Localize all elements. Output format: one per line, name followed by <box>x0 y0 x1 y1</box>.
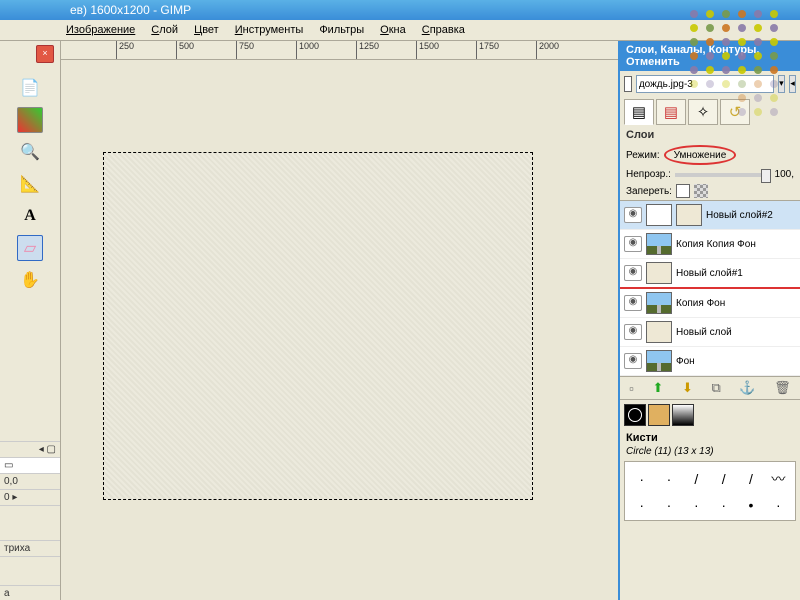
visibility-eye-icon[interactable]: ◉ <box>624 236 642 252</box>
visibility-eye-icon[interactable]: ◉ <box>624 265 642 281</box>
document-name-input[interactable] <box>636 75 774 93</box>
layer-row[interactable]: ◉ Новый слой <box>620 318 800 347</box>
duplicate-layer-icon[interactable]: ⧉ <box>712 380 721 396</box>
swatch-row[interactable]: ▭ <box>0 457 60 473</box>
brush-current-name: Circle (11) (13 x 13) <box>620 446 800 457</box>
layer-row[interactable]: ◉ Копия Фон <box>620 289 800 318</box>
layer-name: Копия Фон <box>676 298 725 309</box>
layer-row[interactable]: ◉ Новый слой#2 <box>620 201 800 230</box>
app-body: × 📄 🔍 📐 A ▱ ✋ ◂ ▢ ▭ 0,0 0 ▸ триха а 250 … <box>0 41 800 600</box>
menu-help[interactable]: Справка <box>422 24 465 36</box>
coord-readout: 0,0 <box>0 473 60 489</box>
layer-name: Копия Копия Фон <box>676 239 756 250</box>
opacity-row: Непрозр.: 100, <box>620 167 800 182</box>
new-layer-icon[interactable]: ▫ <box>629 381 634 396</box>
layers-section-label: Слои <box>620 127 800 143</box>
panel-tabs: ▤ ▤ ✧ ↺ <box>624 99 796 125</box>
layer-row[interactable]: ◉ Фон <box>620 347 800 376</box>
layer-row[interactable]: ◉ Новый слой#1 <box>620 259 800 289</box>
visibility-eye-icon[interactable]: ◉ <box>624 324 642 340</box>
toolbox-footer: ◂ ▢ ▭ 0,0 0 ▸ триха а <box>0 441 60 600</box>
label-a: а <box>0 585 60 600</box>
panel-title: Слои, Каналы, Контуры, Отменить <box>620 41 800 71</box>
chevron-down-icon[interactable]: ▾ <box>778 75 785 93</box>
layer-thumb[interactable] <box>676 204 702 226</box>
layer-name: Новый слой <box>676 327 732 338</box>
layer-name: Новый слой#2 <box>706 210 773 221</box>
layer-row[interactable]: ◉ Копия Копия Фон <box>620 230 800 259</box>
layers-panel: Слои, Каналы, Контуры, Отменить ▾ ◂ ▤ ▤ … <box>618 41 800 600</box>
opacity-label: Непрозр.: <box>626 169 671 180</box>
layer-thumb[interactable] <box>646 233 672 255</box>
lock-alpha-checkbox[interactable] <box>694 184 708 198</box>
menu-image[interactable]: Изображение <box>66 24 135 36</box>
visibility-eye-icon[interactable]: ◉ <box>624 353 642 369</box>
layer-thumb[interactable] <box>646 321 672 343</box>
menu-color[interactable]: Цвет <box>194 24 219 36</box>
document-selector[interactable]: ▾ ◂ <box>624 75 796 93</box>
layer-name: Фон <box>676 356 695 367</box>
horizontal-ruler: 250 500 750 1000 1250 1500 1750 2000 <box>61 41 618 60</box>
canvas-area: 250 500 750 1000 1250 1500 1750 2000 <box>61 41 618 600</box>
close-icon[interactable]: × <box>36 45 54 63</box>
layer-thumb[interactable] <box>646 350 672 372</box>
layer-list: ◉ Новый слой#2 ◉ Копия Копия Фон ◉ Новый слой… <box>620 200 800 376</box>
swatch-black[interactable] <box>624 404 646 426</box>
layer-buttons: ▫ ⬆ ⬇ ⧉ ⚓ 🗑 <box>620 376 800 399</box>
layer-name: Новый слой#1 <box>676 268 743 279</box>
mode-value-highlight[interactable]: Умножение <box>664 145 737 165</box>
menu-filters[interactable]: Фильтры <box>319 24 364 36</box>
tab-paths-icon[interactable]: ✧ <box>688 99 718 125</box>
color-swatches <box>620 399 800 430</box>
gradient-icon[interactable] <box>17 107 43 133</box>
layer-down-icon[interactable]: ⬇ <box>682 380 693 396</box>
lock-row: Запереть: <box>620 182 800 200</box>
smudge-icon[interactable]: ✋ <box>17 267 43 293</box>
window-title-bar: ев) 1600x1200 - GIMP <box>0 0 800 20</box>
layer-thumb[interactable] <box>646 262 672 284</box>
blend-mode-row: Режим: Умножение <box>620 143 800 167</box>
auto-icon[interactable]: ◂ <box>789 75 796 93</box>
tab-channels-icon[interactable]: ▤ <box>656 99 686 125</box>
tab-undo-icon[interactable]: ↺ <box>720 99 750 125</box>
zoom-icon[interactable]: 🔍 <box>17 139 43 165</box>
opacity-value: 100, <box>775 169 794 180</box>
opacity-slider[interactable] <box>675 173 771 177</box>
swatch-gradient[interactable] <box>672 404 694 426</box>
mask-thumb[interactable] <box>646 204 672 226</box>
brushes-section-label: Кисти <box>620 430 800 446</box>
menu-tools[interactable]: Инструменты <box>235 24 304 36</box>
delete-layer-icon[interactable]: 🗑 <box>774 380 791 396</box>
anchor-layer-icon[interactable]: ⚓ <box>739 380 755 396</box>
window-title: ев) 1600x1200 - GIMP <box>70 3 191 17</box>
menu-layer[interactable]: Слой <box>151 24 178 36</box>
toolbox: × 📄 🔍 📐 A ▱ ✋ ◂ ▢ ▭ 0,0 0 ▸ триха а <box>0 41 61 600</box>
text-icon[interactable]: A <box>17 203 43 229</box>
zoom-readout: 0 <box>4 492 10 503</box>
brush-grid[interactable]: ··///〰 ····•· <box>624 461 796 521</box>
mode-label: Режим: <box>626 150 660 161</box>
layer-thumb[interactable] <box>646 292 672 314</box>
doc-thumb-icon <box>624 76 632 92</box>
canvas-viewport[interactable] <box>61 60 618 600</box>
layer-up-icon[interactable]: ⬆ <box>653 380 664 396</box>
label-stroke: триха <box>0 540 60 556</box>
main-menu-bar: Изображение Слой Цвет Инструменты Фильтр… <box>0 20 800 41</box>
lock-pixels-checkbox[interactable] <box>676 184 690 198</box>
tab-layers-icon[interactable]: ▤ <box>624 99 654 125</box>
file-icon[interactable]: 📄 <box>17 75 43 101</box>
lock-label: Запереть: <box>626 186 672 197</box>
visibility-eye-icon[interactable]: ◉ <box>624 207 642 223</box>
eraser-icon[interactable]: ▱ <box>17 235 43 261</box>
swatch-tan[interactable] <box>648 404 670 426</box>
measure-icon[interactable]: 📐 <box>17 171 43 197</box>
menu-windows[interactable]: Окна <box>380 24 406 36</box>
canvas-selection[interactable] <box>103 152 533 500</box>
visibility-eye-icon[interactable]: ◉ <box>624 295 642 311</box>
